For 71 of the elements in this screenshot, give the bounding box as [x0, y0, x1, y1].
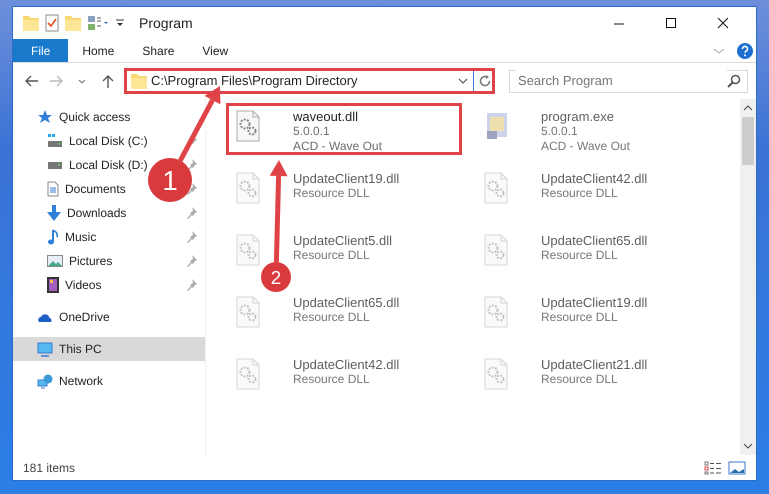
file-name[interactable]: waveout.dll	[293, 109, 382, 124]
forward-arrow-icon[interactable]	[48, 73, 65, 89]
item-count: 181 items	[23, 460, 76, 476]
back-arrow-icon[interactable]	[22, 73, 39, 89]
file-name[interactable]: UpdateClient42.dll	[293, 357, 400, 372]
file-detail: Resource DLL	[293, 310, 371, 325]
details-view-icon[interactable]	[704, 460, 722, 474]
file-name[interactable]: UpdateClient65.dll	[293, 295, 400, 310]
file-detail: ACD - Wave Out	[293, 139, 382, 154]
search-icon	[727, 74, 741, 88]
sidebar-item[interactable]: Downloads	[47, 204, 126, 222]
ribbon-tab[interactable]: File	[13, 39, 68, 62]
sidebar-item[interactable]: Music	[47, 228, 96, 246]
ribbon-tab[interactable]: Home	[68, 39, 128, 62]
sidebar-item[interactable]: OneDrive	[37, 308, 110, 326]
file-detail: 5.0.0.1	[541, 124, 579, 139]
file-name[interactable]: UpdateClient42.dll	[541, 171, 648, 186]
ribbon-tab[interactable]: Share	[128, 39, 188, 62]
sidebar-item[interactable]: Quick access	[37, 108, 130, 126]
cloud-icon	[37, 312, 53, 322]
file-name[interactable]: UpdateClient5.dll	[293, 233, 392, 248]
file-name[interactable]: program.exe	[541, 109, 630, 124]
step-badge: 2	[261, 262, 291, 292]
file-detail: Resource DLL	[541, 372, 619, 387]
file-detail: Resource DLL	[541, 310, 619, 325]
file-name[interactable]: UpdateClient65.dll	[541, 233, 648, 248]
star-icon	[37, 109, 53, 125]
folder-icon	[130, 73, 147, 89]
download-arrow-icon	[47, 205, 61, 221]
refresh-icon[interactable]	[478, 74, 492, 88]
help-icon[interactable]	[737, 42, 753, 58]
file-detail: Resource DLL	[541, 186, 619, 201]
step-badge: 1	[148, 158, 192, 202]
sidebar-item[interactable]: This PC	[13, 337, 205, 361]
picture-icon	[47, 255, 63, 267]
monitor-icon	[37, 342, 53, 356]
file-detail: ACD - Wave Out	[541, 139, 630, 154]
file-detail: Resource DLL	[293, 248, 371, 263]
sidebar-item[interactable]: Local Disk (D:)	[47, 156, 148, 174]
scroll-thumb[interactable]	[742, 117, 754, 165]
file-detail: 5.0.0.1	[293, 124, 331, 139]
drive-icon	[47, 134, 63, 148]
sidebar-item[interactable]: Pictures	[47, 252, 112, 270]
sidebar-item[interactable]: Network	[37, 372, 104, 390]
chevron-down-icon[interactable]	[457, 76, 470, 86]
dropdown-icon[interactable]	[115, 17, 125, 29]
address-bar[interactable]: C:\Program Files\Program Directory	[124, 68, 496, 94]
file-detail: Resource DLL	[293, 372, 371, 387]
file-name[interactable]: UpdateClient21.dll	[541, 357, 648, 372]
sidebar-item[interactable]: Documents	[47, 180, 126, 198]
chevron-up-icon[interactable]	[743, 104, 753, 112]
film-icon	[47, 277, 59, 293]
ribbon-tab[interactable]: View	[188, 39, 242, 62]
sidebar-item[interactable]: Videos	[47, 276, 102, 294]
drive-icon	[47, 162, 63, 168]
search-field[interactable]: Search Program	[509, 70, 748, 92]
properties-icon[interactable]	[87, 15, 109, 31]
network-icon	[37, 373, 53, 389]
file-detail: Resource DLL	[293, 186, 371, 201]
folder-icon	[23, 15, 39, 31]
music-note-icon	[47, 229, 59, 245]
document-icon	[47, 181, 59, 197]
scrollbar[interactable]	[740, 99, 756, 455]
file-name[interactable]: UpdateClient19.dll	[293, 171, 400, 186]
chevron-down-icon[interactable]	[743, 442, 753, 450]
sidebar-item[interactable]: Local Disk (C:)	[47, 132, 148, 150]
document-check-icon[interactable]	[45, 14, 59, 32]
file-name[interactable]: UpdateClient19.dll	[541, 295, 648, 310]
window-title: Program	[139, 14, 193, 33]
file-detail: Resource DLL	[541, 248, 619, 263]
large-icons-view-icon[interactable]	[728, 460, 746, 474]
